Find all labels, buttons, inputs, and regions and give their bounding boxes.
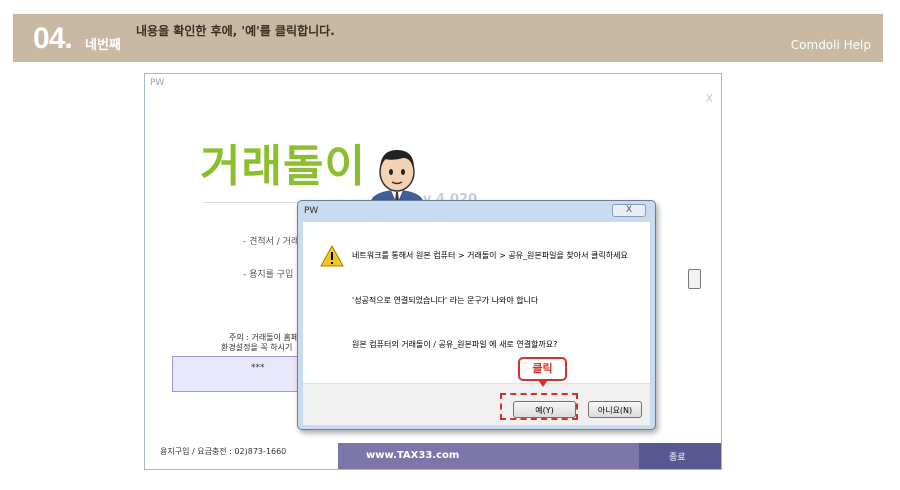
step-number: 04. [33, 22, 73, 55]
dialog-button-bar: 예(Y) 아니요(N) [303, 383, 650, 425]
exit-label: 종료 [669, 453, 686, 463]
step-instruction: 내용을 확인한 후에, '예'를 클릭합니다. [136, 24, 335, 38]
help-label: Comdoli Help [790, 38, 871, 52]
dialog-message-2: '성공적으로 연결되었습니다' 라는 문구가 나와야 합니다 [352, 296, 539, 305]
dialog-message-1: 네트워크를 통해서 원본 컴퓨터 > 거래돌이 > 공유_원본파일을 찾아서 클… [352, 251, 628, 260]
website-link[interactable]: www.TAX33.com [338, 443, 640, 469]
dialog-body: 네트워크를 통해서 원본 컴퓨터 > 거래돌이 > 공유_원본파일을 찾아서 클… [303, 222, 650, 383]
dialog-message-3: 원본 컴퓨터의 거래돌이 / 공유_원본파일 에 새로 연결할까요? [352, 340, 558, 349]
click-highlight [500, 393, 578, 420]
scrollbar-handle[interactable] [688, 269, 701, 289]
menu-item-estimate[interactable]: - 견적서 / 거래 [243, 234, 299, 247]
website-url: www.TAX33.com [366, 450, 460, 461]
window-title: PW [150, 78, 165, 88]
tutorial-header: 04. 네번째 내용을 확인한 후에, '예'를 클릭합니다. Comdoli … [13, 14, 883, 62]
exit-button[interactable]: 종료 [639, 443, 721, 469]
confirm-dialog: PW X 네트워크를 통해서 원본 컴퓨터 > 거래돌이 > 공유_원본파일을 … [297, 200, 656, 430]
avatar-icon [371, 150, 423, 208]
close-icon[interactable]: X [705, 92, 713, 105]
password-box[interactable] [172, 356, 302, 392]
dialog-title: PW [304, 206, 319, 216]
warning-text-2: 환경설정을 꼭 하시기 [221, 343, 293, 352]
password-mask: *** [251, 363, 265, 373]
dialog-close-button[interactable]: X [612, 204, 646, 217]
step-word: 네번째 [85, 38, 121, 53]
app-logo: 거래돌이 [200, 141, 366, 192]
click-callout: 클릭 [518, 357, 567, 381]
contact-info: 용지구입 / 요금충전 : 02)873-1660 [160, 447, 287, 456]
warning-icon [320, 245, 344, 267]
no-button[interactable]: 아니요(N) [588, 401, 642, 418]
menu-item-paper[interactable]: - 용지를 구입 [243, 267, 293, 280]
callout-pointer [538, 380, 548, 387]
